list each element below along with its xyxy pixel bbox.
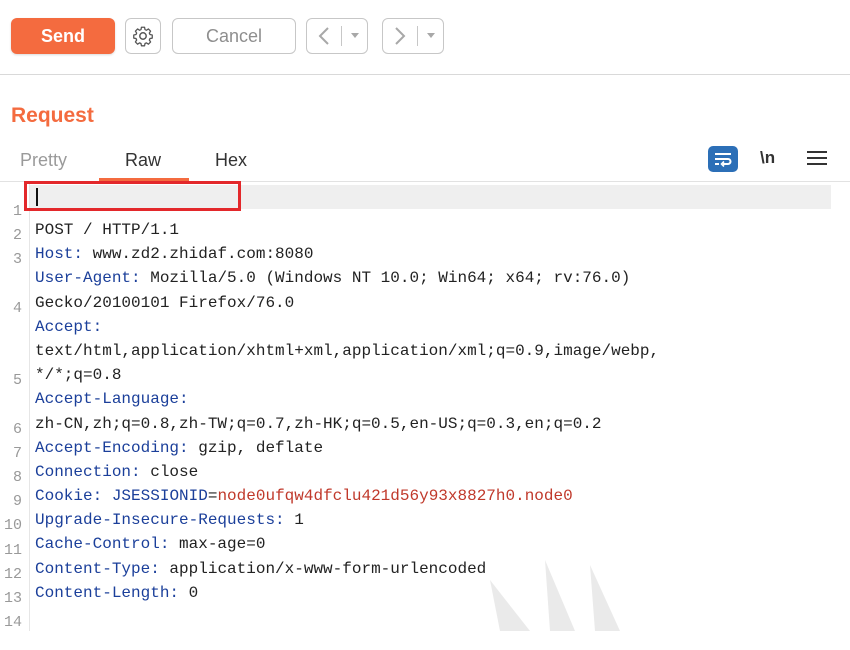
gear-icon xyxy=(133,26,153,47)
show-newlines-button[interactable]: \n xyxy=(760,148,775,168)
editor-line: 7 Connection: close xyxy=(0,427,850,481)
menu-bar xyxy=(807,163,827,165)
request-editor[interactable]: 1 POST / HTTP/1.1 2 Host: www.zd2.zhidaf… xyxy=(0,185,850,631)
menu-button[interactable] xyxy=(807,146,827,170)
menu-bar xyxy=(807,157,827,159)
tab-hex[interactable]: Hex xyxy=(215,150,247,171)
editor-line: 9 Upgrade-Insecure-Requests: 1 xyxy=(0,475,850,529)
forward-arrow-icon[interactable] xyxy=(383,26,417,46)
toolbar: Send Cancel xyxy=(0,0,850,75)
forward-dropdown-icon[interactable] xyxy=(418,32,443,40)
toolbar-separator xyxy=(0,74,850,75)
editor-line: text/html,application/xhtml+xml,applicat… xyxy=(0,306,850,360)
panel-title: Request xyxy=(11,104,94,127)
tab-pretty[interactable]: Pretty xyxy=(20,150,67,171)
editor-line: 5 Accept-Language: xyxy=(0,354,850,408)
editor-line: 2 Host: www.zd2.zhidaf.com:8080 xyxy=(0,209,850,263)
editor-line: Gecko/20100101 Firefox/76.0 xyxy=(0,258,850,312)
cancel-button[interactable]: Cancel xyxy=(172,18,296,54)
editor-line: 3 User-Agent: Mozilla/5.0 (Windows NT 10… xyxy=(0,233,850,287)
wrap-lines-button[interactable] xyxy=(708,146,738,172)
back-button-group[interactable] xyxy=(306,18,368,54)
forward-button-group[interactable] xyxy=(382,18,444,54)
settings-button[interactable] xyxy=(125,18,161,54)
editor-line: */*;q=0.8 xyxy=(0,330,850,384)
back-arrow-icon[interactable] xyxy=(307,26,341,46)
watermark-logo xyxy=(490,560,620,631)
editor-line: 8 Cookie: JSESSIONID=node0ufqw4dfclu421d… xyxy=(0,451,850,505)
highlight-box xyxy=(24,181,241,211)
editor-line: 14 xyxy=(0,596,850,631)
menu-bar xyxy=(807,151,827,153)
editor-line: zh-CN,zh;q=0.8,zh-TW;q=0.7,zh-HK;q=0.5,e… xyxy=(0,379,850,433)
wrap-lines-icon xyxy=(715,153,732,167)
editor-line: 13 xyxy=(0,572,850,607)
editor-line: 11 Content-Type: application/x-www-form-… xyxy=(0,524,850,578)
editor-line: 6 Accept-Encoding: gzip, deflate xyxy=(0,403,850,457)
line-number: 14 xyxy=(3,614,22,632)
back-dropdown-icon[interactable] xyxy=(342,32,367,40)
editor-line: 4 Accept: xyxy=(0,282,850,336)
editor-line: 10 Cache-Control: max-age=0 xyxy=(0,499,850,553)
send-button[interactable]: Send xyxy=(11,18,115,54)
editor-line: 12 Content-Length: 0 xyxy=(0,548,850,602)
tab-raw[interactable]: Raw xyxy=(125,150,161,171)
